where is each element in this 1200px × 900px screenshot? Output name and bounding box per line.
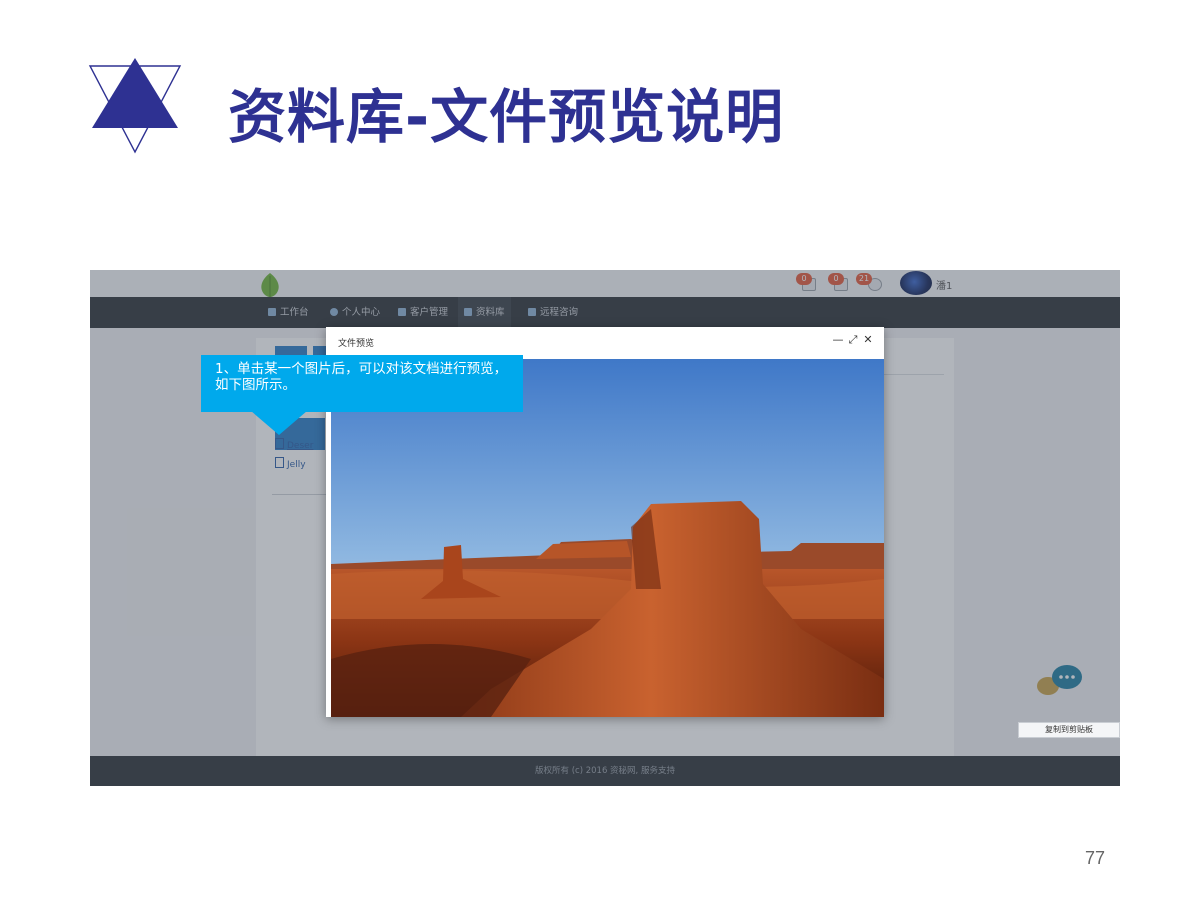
callout-pointer bbox=[251, 411, 307, 435]
instruction-callout: 1、单击某一个图片后，可以对该文档进行预览，如下图所示。 bbox=[201, 355, 523, 412]
app-screenshot: 0 0 21 潘1 工作台 个人中心 客户管理 资料库 远程咨询 Deser J… bbox=[90, 270, 1120, 786]
slide-title: 资料库-文件预览说明 bbox=[228, 83, 785, 151]
callout-text: 1、单击某一个图片后，可以对该文档进行预览，如下图所示。 bbox=[215, 361, 508, 393]
dialog-title: 文件预览 bbox=[338, 339, 375, 349]
triangle-logo-icon bbox=[88, 58, 182, 154]
close-button[interactable]: ✕ bbox=[862, 333, 874, 347]
copy-to-clipboard-button[interactable]: 复制到剪贴板 bbox=[1018, 722, 1120, 738]
page-number: 77 bbox=[1084, 848, 1105, 868]
minimize-button[interactable]: — bbox=[832, 333, 844, 347]
maximize-button[interactable]: ⤢ bbox=[847, 333, 859, 347]
desert-preview-image bbox=[331, 359, 884, 717]
